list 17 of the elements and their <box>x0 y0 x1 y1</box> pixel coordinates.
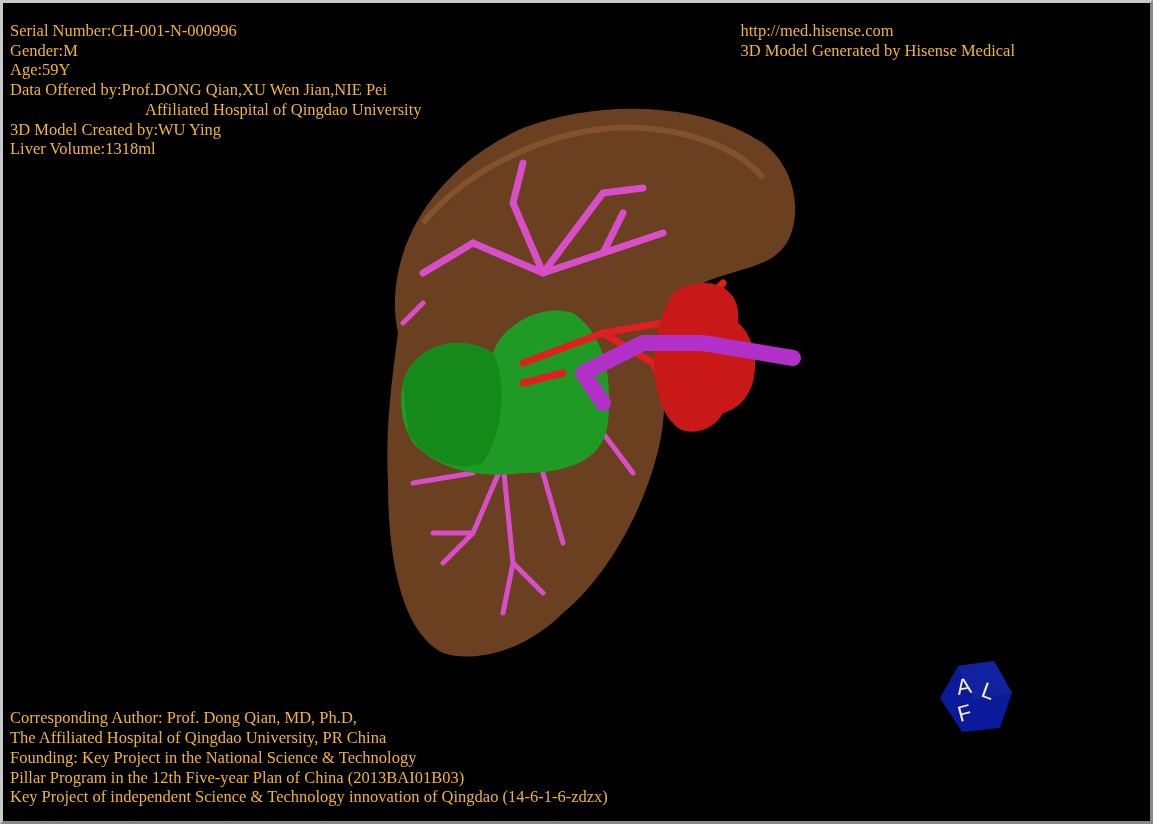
cube-face-label: F <box>954 699 975 727</box>
credit-line: Corresponding Author: Prof. Dong Qian, MD, Ph.D, <box>10 708 357 729</box>
patient-info-line: 3D Model Created by:WU Ying <box>10 119 222 140</box>
patient-info-line: Liver Volume:1318ml <box>10 139 156 159</box>
credit-line: Pillar Program in the 12th Five-year Plan of China (2013BAI01B03) <box>10 767 465 788</box>
credit-line: Key Project of independent Science & Technology innovation of Qingdao (14-6-1-6-zdzx) <box>10 787 608 807</box>
cube-face-label: A <box>954 672 974 700</box>
vendor-info-line: 3D Model Generated by Hisense Medical <box>740 40 1015 61</box>
vendor-info-line: http://med.hisense.com <box>740 21 894 41</box>
patient-info-line: Affiliated Hospital of Qingdao University <box>145 99 422 120</box>
patient-info-line: Age:59Y <box>10 60 71 81</box>
patient-info-line: Serial Number:CH-001-N-000996 <box>10 21 237 41</box>
patient-info-line: Gender:M <box>10 40 78 61</box>
credit-line: The Affiliated Hospital of Qingdao University, PR China <box>10 728 387 748</box>
cube-face-label: L <box>978 677 999 705</box>
patient-info-line: Data Offered by:Prof.DONG Qian,XU Wen Jian,NIE Pei <box>10 80 388 100</box>
credit-line: Founding: Key Project in the National Science & Technology <box>10 747 417 768</box>
